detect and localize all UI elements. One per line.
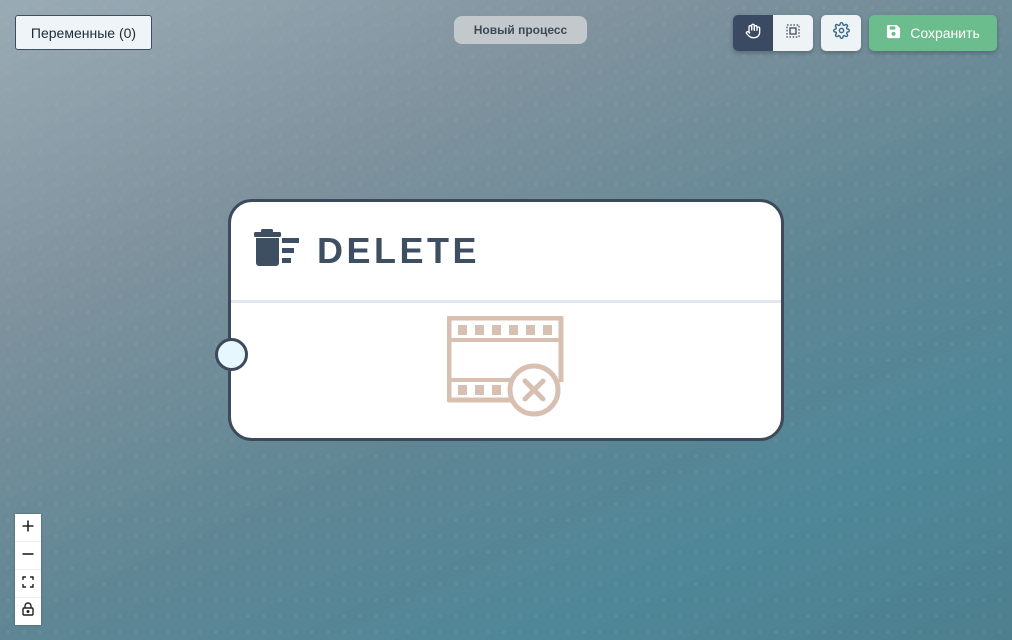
selection-icon (786, 23, 800, 43)
node-title: DELETE (317, 230, 481, 271)
canvas-mode-toggle (733, 15, 813, 51)
fit-view-icon (22, 575, 34, 593)
save-button-label: Сохранить (910, 25, 980, 41)
gear-icon (832, 22, 850, 44)
process-name[interactable]: Новый процесс (454, 16, 587, 44)
node-body (231, 303, 781, 438)
select-mode-button[interactable] (773, 15, 813, 51)
lock-button[interactable] (15, 598, 41, 625)
plus-icon (22, 519, 34, 537)
minus-icon (22, 547, 34, 565)
settings-button[interactable] (821, 15, 861, 51)
trash-lines-icon (253, 228, 301, 274)
hand-icon (745, 23, 761, 44)
zoom-controls (15, 514, 41, 625)
fit-view-button[interactable] (15, 570, 41, 598)
hand-mode-button[interactable] (733, 15, 773, 51)
zoom-in-button[interactable] (15, 514, 41, 542)
node-input-handle[interactable] (215, 338, 248, 371)
node-header: DELETE (231, 202, 781, 300)
save-button[interactable]: Сохранить (869, 15, 997, 51)
lock-icon (22, 602, 34, 621)
floppy-disk-icon (886, 24, 901, 42)
film-delete-icon (446, 315, 565, 425)
zoom-out-button[interactable] (15, 542, 41, 570)
variables-button[interactable]: Переменные (0) (15, 15, 152, 50)
delete-node[interactable]: DELETE (228, 199, 784, 441)
